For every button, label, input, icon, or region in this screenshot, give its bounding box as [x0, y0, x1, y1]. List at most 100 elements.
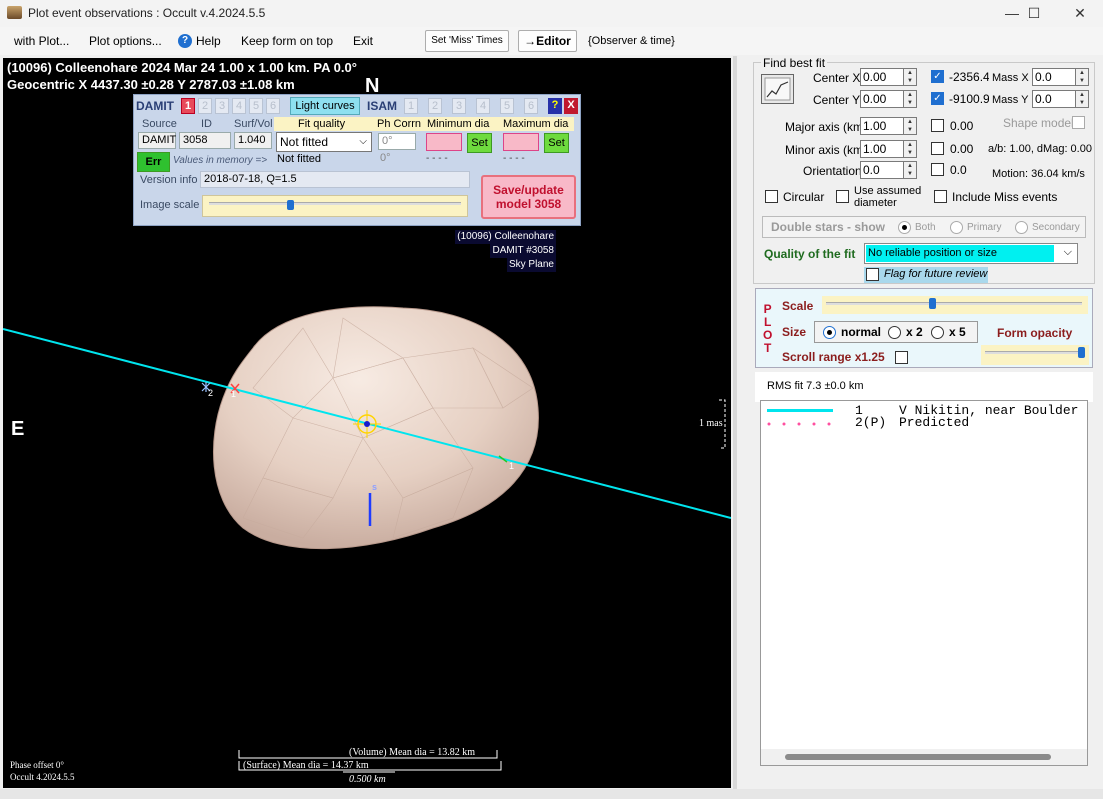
min-dia-set-button[interactable]: Set: [467, 133, 492, 153]
isam-model-4[interactable]: 4: [476, 98, 490, 114]
observer-legend-list[interactable]: 1 V Nikitin, near Boulder 2(P) Predicted: [760, 400, 1088, 766]
legend-num-2: 2(P): [855, 415, 887, 430]
circular-label: Circular: [783, 190, 825, 204]
both-radio[interactable]: [898, 221, 911, 234]
center-x-checkbox[interactable]: ✓: [931, 70, 944, 83]
chord-label-2: 2: [208, 388, 214, 398]
mass-y-input[interactable]: 0.0: [1032, 90, 1076, 108]
ph-corrn-header: Ph Corrn: [377, 118, 422, 130]
major-axis-input[interactable]: 1.00: [860, 117, 904, 135]
model-label-damit: DAMIT #3058: [490, 244, 556, 258]
use-assumed-checkbox[interactable]: [836, 190, 849, 203]
menu-with-plot[interactable]: with Plot...: [14, 34, 69, 48]
both-label: Both: [915, 222, 936, 233]
scrollbar-thumb[interactable]: [785, 754, 1051, 760]
flag-review-checkbox[interactable]: [866, 268, 879, 281]
shape-model-checkbox[interactable]: [1072, 116, 1085, 129]
size-normal-radio[interactable]: [823, 326, 836, 339]
minor-axis-input[interactable]: 1.00: [860, 140, 904, 158]
image-scale-slider[interactable]: [202, 195, 468, 217]
major-axis-spinner[interactable]: ▲ ▼: [903, 117, 917, 135]
motion-label: Motion: 36.04 km/s: [992, 168, 1085, 180]
ph-corrn-field[interactable]: 0°: [378, 133, 416, 150]
max-dia-field[interactable]: [503, 133, 539, 151]
help-icon[interactable]: ?: [178, 34, 192, 48]
center-y-input[interactable]: 0.00: [860, 90, 904, 108]
scale-slider[interactable]: [822, 296, 1088, 314]
err-button[interactable]: Err: [137, 152, 170, 172]
plot-version-label: Occult 4.2024.5.5: [10, 772, 75, 782]
orientation-checkbox[interactable]: [931, 163, 944, 176]
shape-model-label: Shape model: [1003, 116, 1074, 130]
slider-thumb[interactable]: [929, 298, 936, 309]
circular-checkbox[interactable]: [765, 190, 778, 203]
find-best-fit-button[interactable]: [761, 74, 794, 104]
minor-axis-checkbox[interactable]: [931, 142, 944, 155]
damit-model-1[interactable]: 1: [181, 98, 195, 114]
isam-model-2[interactable]: 2: [428, 98, 442, 114]
light-curves-button[interactable]: Light curves: [290, 97, 360, 115]
damit-model-3[interactable]: 3: [215, 98, 229, 114]
mass-x-spinner[interactable]: ▲ ▼: [1075, 68, 1089, 86]
primary-radio[interactable]: [950, 221, 963, 234]
isam-model-6[interactable]: 6: [524, 98, 538, 114]
maximize-button[interactable]: ☐: [1011, 0, 1057, 27]
menu-exit[interactable]: Exit: [353, 34, 373, 48]
quality-of-fit-select[interactable]: No reliable position or size ⌵: [864, 243, 1078, 264]
menu-plot-options[interactable]: Plot options...: [89, 34, 162, 48]
damit-help-button[interactable]: ?: [548, 98, 562, 114]
observer-time-link[interactable]: {Observer & time}: [588, 35, 675, 47]
splitter[interactable]: [733, 56, 737, 790]
slider-thumb[interactable]: [287, 200, 294, 210]
editor-button[interactable]: →Editor: [518, 30, 577, 52]
isam-model-3[interactable]: 3: [452, 98, 466, 114]
isam-model-1[interactable]: 1: [404, 98, 418, 114]
secondary-radio[interactable]: [1015, 221, 1028, 234]
center-x-spinner[interactable]: ▲ ▼: [903, 68, 917, 86]
chevron-down-icon: ⌵: [1063, 246, 1072, 258]
orientation-spinner[interactable]: ▲ ▼: [903, 161, 917, 179]
legend-hscrollbar[interactable]: [761, 749, 1087, 765]
damit-model-2[interactable]: 2: [198, 98, 212, 114]
mem-ph-corrn: 0°: [380, 152, 391, 164]
version-info-field: 2018-07-18, Q=1.5: [200, 171, 470, 188]
major-axis-checkbox[interactable]: [931, 119, 944, 132]
mass-y-spinner[interactable]: ▲ ▼: [1075, 90, 1089, 108]
min-dia-field[interactable]: [426, 133, 462, 151]
damit-model-6[interactable]: 6: [266, 98, 280, 114]
center-y-checkbox[interactable]: ✓: [931, 92, 944, 105]
damit-model-4[interactable]: 4: [232, 98, 246, 114]
damit-label: DAMIT: [136, 99, 174, 113]
set-miss-times-button[interactable]: Set 'Miss' Times: [425, 30, 509, 52]
size-x5-radio[interactable]: [931, 326, 944, 339]
scroll-range-checkbox[interactable]: [895, 351, 908, 364]
size-x2-radio[interactable]: [888, 326, 901, 339]
orientation-result: 0.0: [950, 163, 967, 177]
minor-axis-spinner[interactable]: ▲ ▼: [903, 140, 917, 158]
save-update-model-button[interactable]: Save/update model 3058: [481, 175, 576, 219]
flag-review-label: Flag for future review: [884, 268, 988, 280]
minor-axis-label: Minor axis (km): [785, 143, 868, 157]
plot-vertical-label: P L O T: [763, 303, 772, 355]
center-y-spinner[interactable]: ▲ ▼: [903, 90, 917, 108]
source-field: DAMIT: [138, 132, 176, 149]
damit-panel: DAMIT 1 2 3 4 5 6 Light curves ISAM 1 2 …: [133, 94, 581, 226]
slider-thumb[interactable]: [1078, 347, 1085, 358]
damit-close-button[interactable]: X: [564, 98, 578, 114]
fit-quality-header: Fit quality: [298, 118, 346, 130]
menu-help[interactable]: Help: [196, 34, 221, 48]
include-miss-checkbox[interactable]: [934, 190, 947, 203]
form-opacity-slider[interactable]: [981, 345, 1089, 365]
values-in-memory-label: Values in memory =>: [173, 155, 268, 166]
center-x-input[interactable]: 0.00: [860, 68, 904, 86]
fit-quality-select[interactable]: Not fitted ⌵: [276, 132, 372, 152]
surfvol-field: 1.040: [234, 132, 272, 149]
menu-keep-on-top[interactable]: Keep form on top: [241, 34, 333, 48]
damit-model-5[interactable]: 5: [249, 98, 263, 114]
mass-x-input[interactable]: 0.0: [1032, 68, 1076, 86]
max-dia-set-button[interactable]: Set: [544, 133, 569, 153]
mem-fit-quality: Not fitted: [277, 153, 322, 165]
orientation-input[interactable]: 0.0: [860, 161, 904, 179]
close-button[interactable]: ✕: [1057, 0, 1103, 27]
isam-model-5[interactable]: 5: [500, 98, 514, 114]
